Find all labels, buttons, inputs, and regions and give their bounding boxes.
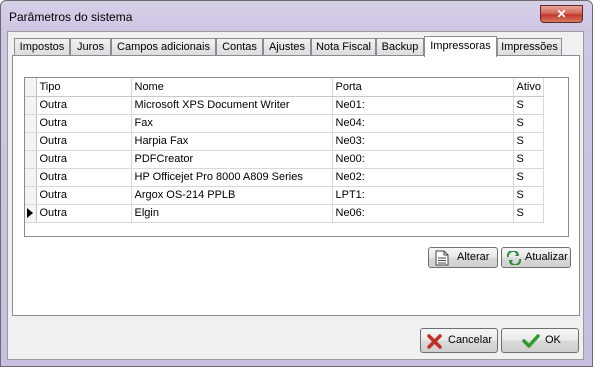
printers-grid[interactable]: Tipo Nome Porta Ativo Outra Microsoft XP… bbox=[24, 77, 569, 237]
refresh-icon bbox=[506, 251, 522, 265]
column-header-ativo[interactable]: Ativo bbox=[513, 78, 544, 97]
table-row[interactable]: Outra Fax Ne04: S bbox=[25, 114, 544, 133]
table-row[interactable]: Outra PDFCreator Ne00: S bbox=[25, 150, 544, 169]
cell-tipo[interactable]: Outra bbox=[36, 132, 132, 151]
cell-nome[interactable]: PDFCreator bbox=[131, 150, 333, 169]
cell-tipo[interactable]: Outra bbox=[36, 114, 132, 133]
cancel-label: Cancelar bbox=[448, 334, 493, 346]
cell-porta[interactable]: Ne03: bbox=[332, 132, 514, 151]
row-indicator[interactable] bbox=[25, 150, 37, 169]
tab-impressoes[interactable]: Impressões bbox=[497, 38, 562, 55]
cell-porta[interactable]: LPT1: bbox=[332, 186, 514, 205]
tab-impostos[interactable]: Impostos bbox=[14, 38, 70, 55]
row-indicator[interactable] bbox=[25, 96, 37, 115]
column-header-nome[interactable]: Nome bbox=[131, 78, 333, 97]
tab-nota-fiscal[interactable]: Nota Fiscal bbox=[311, 38, 376, 55]
current-row-arrow-icon bbox=[27, 208, 33, 218]
table-row[interactable]: Outra Microsoft XPS Document Writer Ne01… bbox=[25, 96, 544, 115]
cell-porta[interactable]: Ne00: bbox=[332, 150, 514, 169]
dialog-client-area: Impostos Juros Campos adicionais Contas … bbox=[7, 31, 584, 360]
cell-porta[interactable]: Ne02: bbox=[332, 168, 514, 187]
alterar-button[interactable]: Alterar bbox=[428, 247, 498, 268]
tab-campos-adicionais[interactable]: Campos adicionais bbox=[111, 38, 216, 55]
cell-nome[interactable]: Elgin bbox=[131, 204, 333, 223]
cell-nome[interactable]: Argox OS-214 PPLB bbox=[131, 186, 333, 205]
table-row[interactable]: Outra HP Officejet Pro 8000 A809 Series … bbox=[25, 168, 544, 187]
column-header-porta[interactable]: Porta bbox=[332, 78, 514, 97]
cell-ativo[interactable]: S bbox=[513, 186, 544, 205]
row-indicator-current[interactable] bbox=[25, 204, 37, 223]
row-indicator[interactable] bbox=[25, 168, 37, 187]
system-parameters-window: Parâmetros do sistema ✕ Impostos Juros C… bbox=[0, 0, 593, 367]
cell-ativo[interactable]: S bbox=[513, 114, 544, 133]
grid-header-row: Tipo Nome Porta Ativo bbox=[25, 78, 544, 97]
cell-ativo[interactable]: S bbox=[513, 168, 544, 187]
cell-porta[interactable]: Ne06: bbox=[332, 204, 514, 223]
tab-impressoras[interactable]: Impressoras bbox=[424, 36, 497, 57]
cell-ativo[interactable]: S bbox=[513, 132, 544, 151]
cell-tipo[interactable]: Outra bbox=[36, 96, 132, 115]
cancel-button[interactable]: Cancelar bbox=[420, 328, 498, 353]
close-icon: ✕ bbox=[556, 7, 567, 21]
document-edit-icon bbox=[435, 250, 449, 266]
row-indicator[interactable] bbox=[25, 186, 37, 205]
atualizar-button[interactable]: Atualizar bbox=[501, 247, 571, 268]
cell-tipo[interactable]: Outra bbox=[36, 186, 132, 205]
cell-nome[interactable]: Microsoft XPS Document Writer bbox=[131, 96, 333, 115]
cell-tipo[interactable]: Outra bbox=[36, 150, 132, 169]
ok-button[interactable]: OK bbox=[501, 328, 579, 353]
cell-tipo[interactable]: Outra bbox=[36, 204, 132, 223]
cancel-icon bbox=[427, 334, 442, 349]
cell-ativo[interactable]: S bbox=[513, 150, 544, 169]
cell-ativo[interactable]: S bbox=[513, 96, 544, 115]
row-indicator-header bbox=[25, 78, 37, 97]
table-row[interactable]: Outra Harpia Fax Ne03: S bbox=[25, 132, 544, 151]
cell-porta[interactable]: Ne01: bbox=[332, 96, 514, 115]
atualizar-label: Atualizar bbox=[525, 251, 568, 263]
cell-nome[interactable]: Harpia Fax bbox=[131, 132, 333, 151]
alterar-label: Alterar bbox=[457, 251, 490, 263]
cell-tipo[interactable]: Outra bbox=[36, 168, 132, 187]
printers-table: Tipo Nome Porta Ativo Outra Microsoft XP… bbox=[25, 78, 544, 223]
impressoras-tab-page: Tipo Nome Porta Ativo Outra Microsoft XP… bbox=[12, 55, 580, 316]
cell-nome[interactable]: HP Officejet Pro 8000 A809 Series bbox=[131, 168, 333, 187]
table-row[interactable]: Outra Argox OS-214 PPLB LPT1: S bbox=[25, 186, 544, 205]
column-header-tipo[interactable]: Tipo bbox=[36, 78, 132, 97]
cell-porta[interactable]: Ne04: bbox=[332, 114, 514, 133]
window-title: Parâmetros do sistema bbox=[9, 10, 133, 24]
tab-juros[interactable]: Juros bbox=[70, 38, 111, 55]
checkmark-icon bbox=[522, 334, 540, 348]
row-indicator[interactable] bbox=[25, 114, 37, 133]
cell-ativo[interactable]: S bbox=[513, 204, 544, 223]
row-indicator[interactable] bbox=[25, 132, 37, 151]
ok-label: OK bbox=[545, 334, 561, 346]
title-bar[interactable]: Parâmetros do sistema ✕ bbox=[1, 1, 592, 31]
tab-contas[interactable]: Contas bbox=[216, 38, 263, 55]
table-row-current[interactable]: Outra Elgin Ne06: S bbox=[25, 204, 544, 223]
close-button[interactable]: ✕ bbox=[540, 5, 583, 23]
cell-nome[interactable]: Fax bbox=[131, 114, 333, 133]
tab-ajustes[interactable]: Ajustes bbox=[263, 38, 311, 55]
tab-backup[interactable]: Backup bbox=[376, 38, 424, 55]
